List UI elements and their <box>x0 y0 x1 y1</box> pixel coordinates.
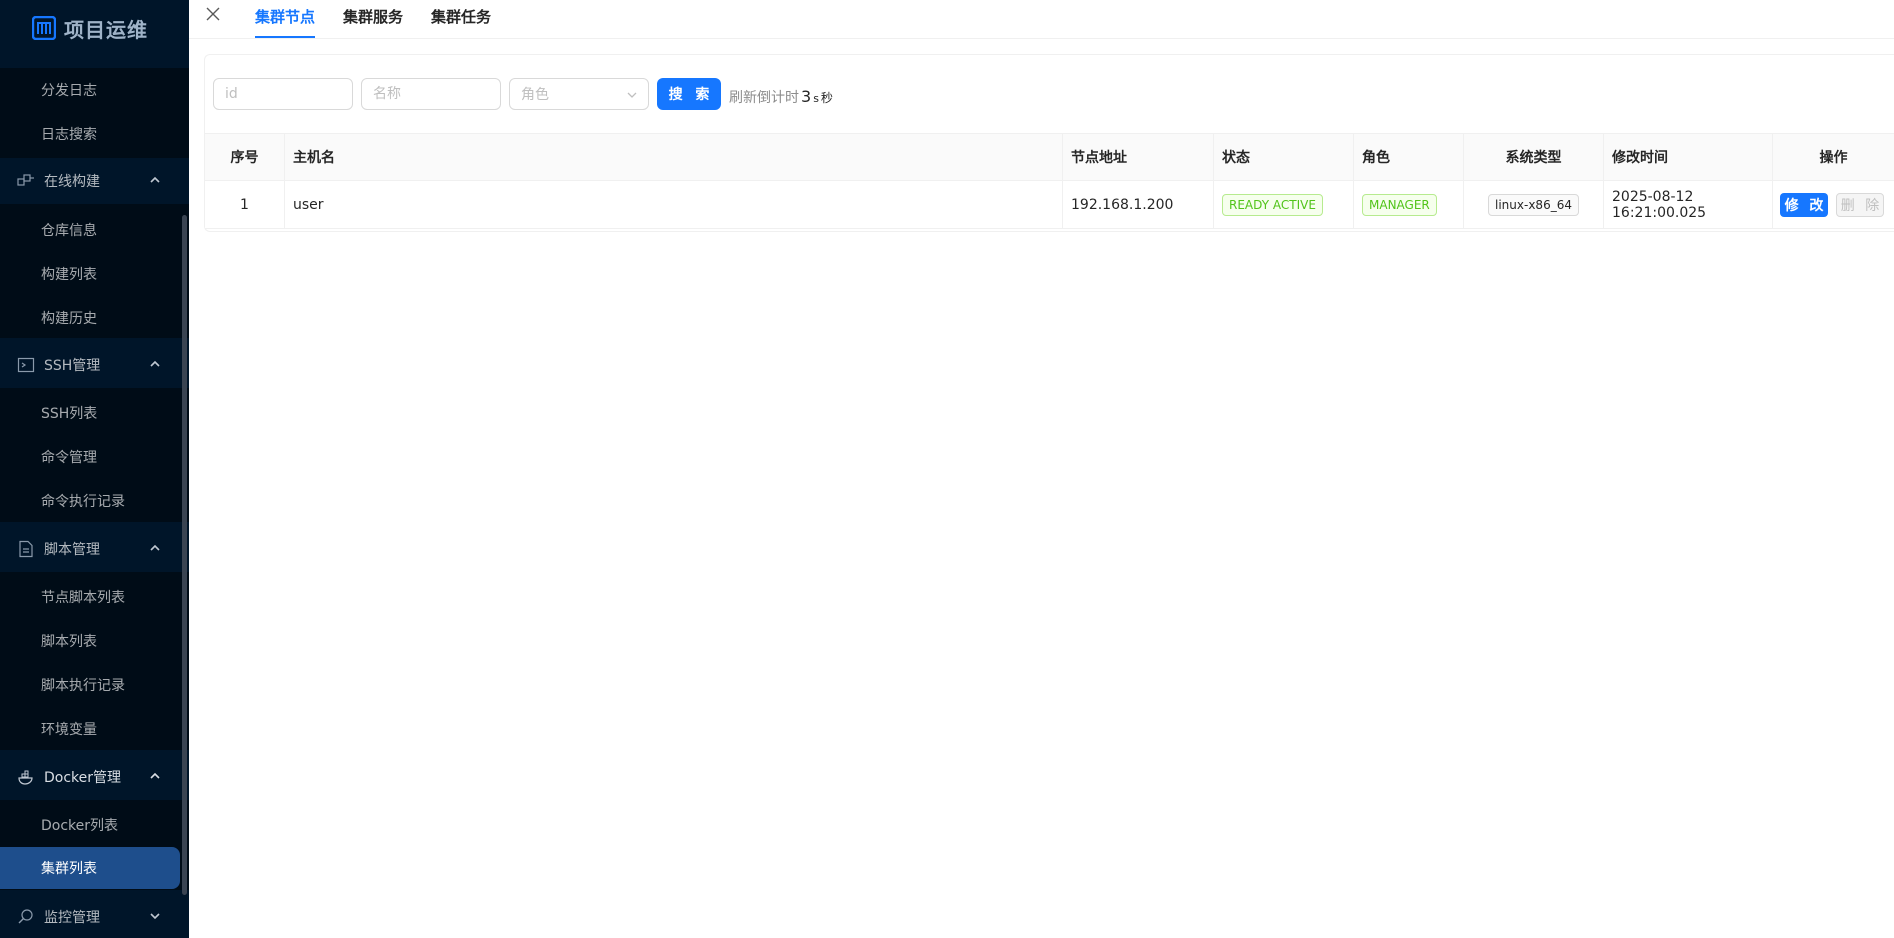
col-os-type: 系统类型 <box>1505 150 1562 166</box>
sidebar-item-script-log[interactable]: 脚本执行记录 <box>0 663 189 707</box>
sidebar-item-label: 构建列表 <box>41 267 97 283</box>
name-input[interactable] <box>361 78 501 110</box>
id-input[interactable] <box>213 78 353 110</box>
sidebar-item-build-history[interactable]: 构建历史 <box>0 296 189 340</box>
search-monitor-icon <box>17 908 35 926</box>
sidebar-group-docker[interactable]: Docker管理 <box>0 755 189 799</box>
countdown-suffix: 秒 <box>820 91 833 105</box>
sidebar-item-label: 命令执行记录 <box>41 494 125 510</box>
app-title: 项目运维 <box>64 17 148 42</box>
os-type-badge: linux-x86_64 <box>1488 193 1579 216</box>
chevron-up-icon <box>149 770 161 782</box>
countdown-prefix: 刷新倒计时 <box>729 90 799 106</box>
sidebar-item-label: 脚本执行记录 <box>41 678 125 694</box>
sidebar-item-docker-list[interactable]: Docker列表 <box>0 803 189 847</box>
chevron-up-icon <box>149 542 161 554</box>
search-button[interactable]: 搜 索 <box>657 78 721 110</box>
tab-cluster-tasks[interactable]: 集群任务 <box>431 6 491 38</box>
nodes-table: 序号 主机名 节点地址 状态 角色 系统类型 修改时间 操作 1 user 19… <box>205 133 1894 229</box>
tab-bar: 集群节点 集群服务 集群任务 <box>189 0 1894 39</box>
sidebar-item-label: 在线构建 <box>44 174 100 190</box>
chevron-down-icon <box>149 910 161 922</box>
row-hostname: user <box>293 196 324 213</box>
col-hostname: 主机名 <box>293 150 335 166</box>
tab-cluster-nodes[interactable]: 集群节点 <box>255 6 316 38</box>
sidebar-item-distribution-log[interactable]: 分发日志 <box>0 68 189 112</box>
row-os-cell: linux-x86_64 <box>1464 181 1603 228</box>
sidebar-group-online-build[interactable]: 在线构建 <box>0 159 189 203</box>
table-header: 序号 主机名 节点地址 状态 角色 系统类型 修改时间 操作 <box>205 133 1894 181</box>
chevron-up-icon <box>149 358 161 370</box>
sidebar-group-monitor[interactable]: 监控管理 <box>0 895 189 938</box>
sidebar-group-script[interactable]: 脚本管理 <box>0 527 189 571</box>
delete-button[interactable]: 删 除 <box>1836 193 1884 217</box>
build-icon <box>17 172 35 190</box>
chevron-up-icon <box>149 174 161 186</box>
status-badge: READY ACTIVE <box>1222 193 1323 216</box>
row-index: 1 <box>240 196 249 213</box>
sidebar-item-label: 监控管理 <box>44 910 100 926</box>
role-select-placeholder: 角色 <box>521 87 549 103</box>
sidebar-group-ssh[interactable]: SSH管理 <box>0 343 189 387</box>
docker-icon <box>17 768 35 786</box>
sidebar-item-command-log[interactable]: 命令执行记录 <box>0 479 189 523</box>
role-select[interactable]: 角色 <box>509 78 649 110</box>
brand[interactable]: 项目运维 <box>31 12 148 44</box>
sidebar-item-ssh-list[interactable]: SSH列表 <box>0 391 189 435</box>
sidebar-item-label: 分发日志 <box>41 83 97 99</box>
sidebar-item-label: Docker列表 <box>41 818 119 834</box>
edit-button[interactable]: 修 改 <box>1780 193 1828 217</box>
sidebar-item-script-list[interactable]: 脚本列表 <box>0 619 189 663</box>
sidebar-item-repository[interactable]: 仓库信息 <box>0 208 189 252</box>
sidebar-item-label: 仓库信息 <box>41 223 97 239</box>
col-address: 节点地址 <box>1071 150 1127 166</box>
refresh-countdown: 刷新倒计时 3 s 秒 <box>729 87 833 107</box>
sidebar-item-command-manage[interactable]: 命令管理 <box>0 435 189 479</box>
sidebar: 项目运维 分发日志 日志搜索 在线构建 仓库信息 构建列表 构建历史 SSH管理… <box>0 0 189 938</box>
sidebar-item-label: SSH管理 <box>44 358 101 374</box>
sidebar-item-build-list[interactable]: 构建列表 <box>0 252 189 296</box>
sidebar-item-label: 命令管理 <box>41 450 97 466</box>
sidebar-item-label: SSH列表 <box>41 406 98 422</box>
close-icon[interactable] <box>205 6 221 22</box>
col-actions: 操作 <box>1819 150 1848 166</box>
sidebar-item-label: 脚本列表 <box>41 634 97 650</box>
sidebar-item-log-search[interactable]: 日志搜索 <box>0 112 189 156</box>
table-row: 1 user 192.168.1.200 READY ACTIVE MANAGE… <box>205 181 1894 229</box>
row-address: 192.168.1.200 <box>1071 196 1174 213</box>
row-status-cell: READY ACTIVE <box>1214 181 1353 228</box>
role-badge: MANAGER <box>1362 193 1437 216</box>
sidebar-item-label: 集群列表 <box>41 861 97 877</box>
sidebar-item-label: 构建历史 <box>41 311 97 327</box>
col-role: 角色 <box>1362 150 1390 166</box>
row-role-cell: MANAGER <box>1354 181 1463 228</box>
col-modified: 修改时间 <box>1612 150 1668 166</box>
tab-cluster-services[interactable]: 集群服务 <box>343 6 403 38</box>
sidebar-scrollbar[interactable] <box>182 215 187 895</box>
sidebar-item-cluster-list[interactable]: 集群列表 <box>0 847 180 889</box>
col-index: 序号 <box>230 150 259 166</box>
col-status: 状态 <box>1222 150 1250 166</box>
sidebar-item-label: Docker管理 <box>44 770 122 786</box>
countdown-value: 3 <box>801 87 812 106</box>
logo-icon <box>31 15 57 41</box>
sidebar-item-label: 日志搜索 <box>41 127 97 143</box>
countdown-unit: s <box>813 92 819 105</box>
row-modified: 2025-08-12 16:21:00.025 <box>1612 188 1707 221</box>
sidebar-item-label: 环境变量 <box>41 722 97 738</box>
sidebar-item-env-vars[interactable]: 环境变量 <box>0 707 189 751</box>
sidebar-item-label: 脚本管理 <box>44 542 100 558</box>
chevron-down-icon <box>626 89 638 101</box>
sidebar-item-label: 节点脚本列表 <box>41 590 125 606</box>
terminal-icon <box>17 356 35 374</box>
file-icon <box>17 540 35 558</box>
sidebar-item-node-script[interactable]: 节点脚本列表 <box>0 575 189 619</box>
